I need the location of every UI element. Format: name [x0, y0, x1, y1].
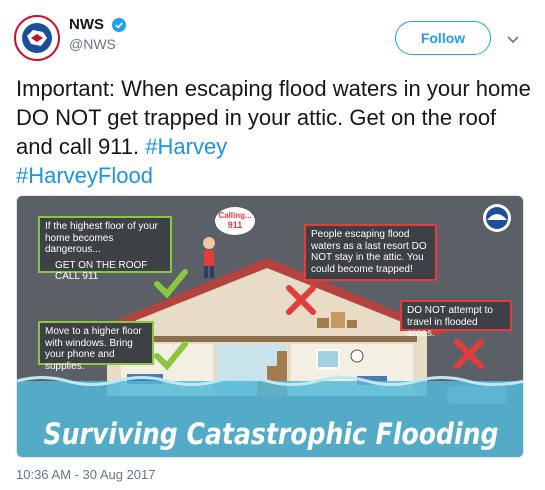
speech-bubble-911: 911	[228, 220, 243, 230]
callout-higher-floor-text: Move to a higher floor with windows. Bri…	[45, 326, 142, 372]
follow-button[interactable]: Follow	[395, 21, 491, 55]
callout-attic-text: People escaping flood waters as a last r…	[311, 229, 427, 275]
avatar[interactable]	[13, 14, 61, 62]
hashtag-link[interactable]: #Harvey	[145, 134, 227, 159]
tweet-media-image[interactable]: Calling... 911 Surviving Catastrophic Fl…	[16, 195, 524, 458]
user-handle[interactable]: @NWS	[69, 36, 116, 52]
callout-roof-action: GET ON THE ROOF CALL 911	[55, 259, 148, 283]
speech-bubble-text: Calling...	[218, 211, 251, 220]
chevron-down-icon[interactable]	[506, 32, 520, 44]
nws-logo-icon	[13, 14, 61, 62]
callout-roof: If the highest floor of your home become…	[38, 216, 172, 282]
callout-travel: DO NOT attempt to travel in flooded area…	[400, 300, 512, 339]
tweet-body: Important: When escaping flood waters in…	[16, 76, 531, 159]
verified-badge-icon	[112, 18, 126, 32]
display-name[interactable]: NWS	[69, 16, 104, 33]
tweet-timestamp[interactable]: 10:36 AM - 30 Aug 2017	[16, 467, 156, 482]
callout-attic: People escaping flood waters as a last r…	[304, 224, 437, 281]
hashtag-link[interactable]: #HarveyFlood	[16, 163, 153, 188]
tweet-text: Important: When escaping flood waters in…	[16, 74, 531, 190]
callout-higher-floor: Move to a higher floor with windows. Bri…	[38, 321, 154, 372]
callout-roof-text: If the highest floor of your home become…	[45, 221, 158, 255]
infographic-title: Surviving Catastrophic Flooding	[44, 417, 499, 451]
